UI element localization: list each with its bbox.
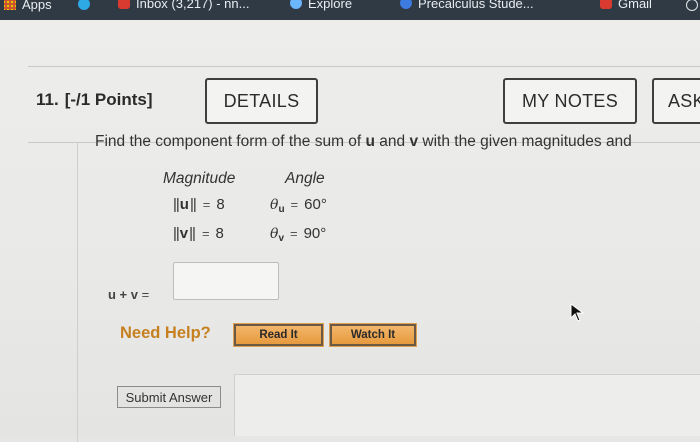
prompt-text: and: [375, 133, 410, 150]
bookmark-gmail-inbox[interactable]: Inbox (3,217) - nn...: [118, 0, 250, 11]
gmail-icon: [600, 0, 612, 9]
read-it-button[interactable]: Read It: [233, 323, 324, 347]
angle-v: θv = 90°: [270, 225, 327, 244]
need-help-label: Need Help?: [120, 324, 211, 342]
bookmark-gmail-inbox-label: Inbox (3,217) - nn...: [136, 0, 250, 11]
gmail-icon: [118, 0, 130, 9]
bookmark-gmail-label: Gmail: [618, 0, 652, 11]
bookmark-apps-label: Apps: [22, 0, 52, 12]
bookmark-precalculus-label: Precalculus Stude...: [418, 0, 534, 11]
bookmark-explore-label: Explore: [308, 0, 353, 11]
bookmark-gmail[interactable]: Gmail: [600, 0, 652, 11]
question-points: [-/1 Points]: [64, 90, 153, 109]
answer-input[interactable]: [173, 262, 279, 300]
globe-icon: [290, 0, 302, 9]
bookmark-apps[interactable]: Apps: [4, 0, 52, 12]
twitter-icon: [78, 0, 90, 10]
prompt-text: with the given magnitudes and: [418, 133, 632, 150]
submit-answer-button[interactable]: Submit Answer: [117, 386, 221, 408]
details-button[interactable]: DETAILS: [205, 78, 318, 124]
magnitude-u: ||u|| = 8: [173, 196, 225, 213]
magnitude-v: ||v|| = 8: [173, 225, 224, 242]
apps-grid-icon: [4, 0, 16, 10]
divider: [28, 66, 700, 67]
my-notes-button[interactable]: MY NOTES: [503, 78, 637, 124]
ask-button[interactable]: ASK: [652, 78, 700, 124]
bookmark-precalculus[interactable]: Precalculus Stude...: [400, 0, 534, 11]
bookmark-extra[interactable]: [686, 0, 700, 12]
site-icon: [400, 0, 412, 9]
bookmark-twitter[interactable]: [78, 0, 96, 11]
angle-u: θu = 60°: [270, 196, 327, 215]
bottom-panel: [234, 374, 700, 436]
bookmark-explore[interactable]: Explore: [290, 0, 353, 11]
prompt-text: Find the component form of the sum of: [95, 133, 366, 150]
question-number: 11.: [36, 90, 59, 109]
vector-v: v: [409, 133, 419, 150]
question-header: 11. [-/1 Points]: [36, 90, 153, 110]
magnitude-header: Magnitude: [163, 170, 236, 187]
bookmarks-bar: Apps Inbox (3,217) - nn... Explore Preca…: [0, 0, 700, 20]
circle-icon: [686, 0, 698, 11]
sum-label: u + v =: [108, 287, 150, 302]
vector-u: u: [365, 133, 375, 150]
question-prompt: Find the component form of the sum of u …: [95, 133, 632, 151]
mouse-cursor-icon: [570, 303, 585, 322]
watch-it-button[interactable]: Watch It: [329, 323, 417, 347]
angle-header: Angle: [285, 170, 325, 187]
